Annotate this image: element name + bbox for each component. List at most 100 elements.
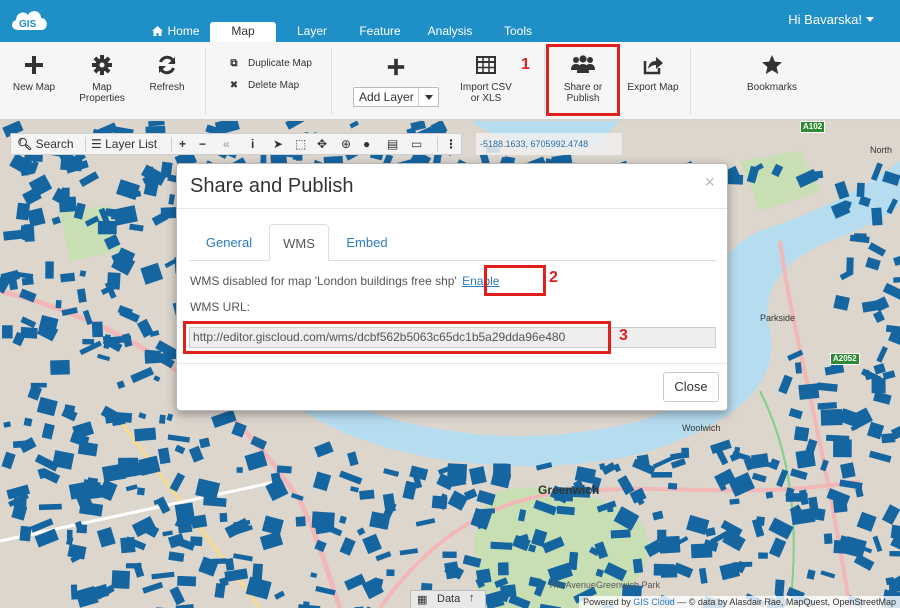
close-icon[interactable]: × [704,172,715,193]
annotation-number-2: 2 [549,269,558,286]
building-shape [632,558,644,574]
building-shape [45,261,54,279]
delete-map-button[interactable]: ✖ Delete Map [228,80,299,91]
map-properties-label-2: Properties [79,93,125,104]
bookmarks-button[interactable]: Bookmarks [742,54,802,93]
box-select-icon[interactable]: ⬚ [295,137,306,151]
nav-tab-home[interactable]: Home [148,22,204,42]
add-layer-dropdown[interactable]: Add Layer [353,87,439,107]
pointer-icon[interactable]: ➤ [273,137,283,151]
user-menu[interactable]: Hi Bavarska! [788,12,874,27]
building-shape [19,525,32,542]
building-shape [881,433,896,444]
building-shape [798,383,820,400]
globe-icon[interactable]: ● [363,137,370,151]
building-shape [190,536,203,547]
export-map-button[interactable]: Export Map [624,54,682,93]
toolbar-divider [437,137,438,152]
nav-tab-label: Tools [503,24,532,38]
road-label-a2052: A2052 [830,353,860,365]
building-shape [729,498,740,505]
nav-tab-map[interactable]: Map [210,22,276,42]
coordinates-readout: -5188.1633, 6705992.4748 [476,133,622,155]
tab-general[interactable]: General [191,224,267,261]
building-shape [1,325,13,339]
export-map-label: Export Map [627,82,679,93]
building-shape [177,575,197,587]
building-shape [871,207,883,226]
more-icon[interactable]: ⋮ [445,137,457,151]
pan-icon[interactable]: ✥ [317,137,327,151]
delete-map-label: Delete Map [248,80,300,91]
new-map-button[interactable]: New Map [10,54,58,93]
star-icon [762,55,782,74]
building-shape [765,491,774,499]
building-shape [68,482,87,500]
import-csv-button[interactable]: Import CSV or XLS [456,54,516,104]
tab-embed[interactable]: Embed [333,224,401,261]
ribbon-toolbar: New Map Map Properties Refresh ⧉ Duplicat… [0,42,900,120]
import-label-2: or XLS [470,93,502,104]
building-shape [475,568,492,585]
grid-icon: ▦ [417,594,428,606]
building-shape [825,434,850,442]
building-shape [431,495,448,510]
chevron-down-icon [866,17,874,22]
ruler-icon[interactable]: ▭ [411,137,422,151]
building-shape [219,512,228,523]
duplicate-icon: ⧉ [230,58,238,69]
map-search-button[interactable]: 🔍︎ Search [17,137,74,151]
building-shape [785,493,808,502]
building-shape [833,439,852,458]
info-icon[interactable]: i [251,137,254,151]
search-label: Search [35,137,74,151]
nav-tab-layer[interactable]: Layer [290,22,334,42]
duplicate-map-label: Duplicate Map [248,58,312,69]
building-shape [556,505,575,516]
data-panel-button[interactable]: ▦ Data ↑ [410,590,486,608]
building-shape [50,359,70,375]
building-shape [490,541,513,550]
road-label-a102: A102 [800,121,826,133]
building-shape [386,569,395,577]
building-shape [91,321,104,338]
building-shape [12,440,28,449]
building-shape [159,414,166,424]
building-shape [20,225,30,233]
building-shape [125,563,142,569]
building-shape [500,584,517,598]
nav-tab-label: Feature [359,24,401,38]
building-shape [820,408,843,426]
close-button[interactable]: Close [663,372,719,402]
new-map-label: New Map [12,82,56,93]
duplicate-map-button[interactable]: ⧉ Duplicate Map [228,58,312,69]
toolbar-divider [85,137,86,152]
map-properties-button[interactable]: Map Properties [74,54,130,104]
zoom-box-icon[interactable]: ⊕ [341,137,351,151]
gis-cloud-logo[interactable]: GIS [8,4,52,36]
building-shape [79,270,87,277]
back-icon[interactable]: « [223,137,230,151]
map-label-greenwich: Greenwich [538,483,600,497]
building-shape [55,300,62,309]
tab-wms[interactable]: WMS [269,224,329,261]
building-shape [38,503,62,511]
building-shape [493,463,511,480]
plus-icon [25,56,43,74]
building-shape [82,338,95,345]
zoom-out-icon[interactable]: − [199,137,206,151]
attribution-link[interactable]: GIS Cloud [633,597,675,607]
zoom-in-icon[interactable]: + [179,137,186,151]
print-icon[interactable]: ▤ [387,137,398,151]
building-shape [659,535,681,554]
share-publish-dialog: Share and Publish × General WMS Embed WM… [176,163,728,411]
building-shape [76,524,88,534]
import-label-1: Import CSV [460,82,512,93]
nav-tab-tools[interactable]: Tools [498,22,538,42]
nav-tab-analysis[interactable]: Analysis [422,22,478,42]
layer-list-button[interactable]: ☰ Layer List [91,137,157,151]
refresh-button[interactable]: Refresh [144,54,190,93]
nav-tab-feature[interactable]: Feature [354,22,406,42]
building-shape [87,484,110,500]
chevron-down-icon[interactable] [418,88,438,106]
